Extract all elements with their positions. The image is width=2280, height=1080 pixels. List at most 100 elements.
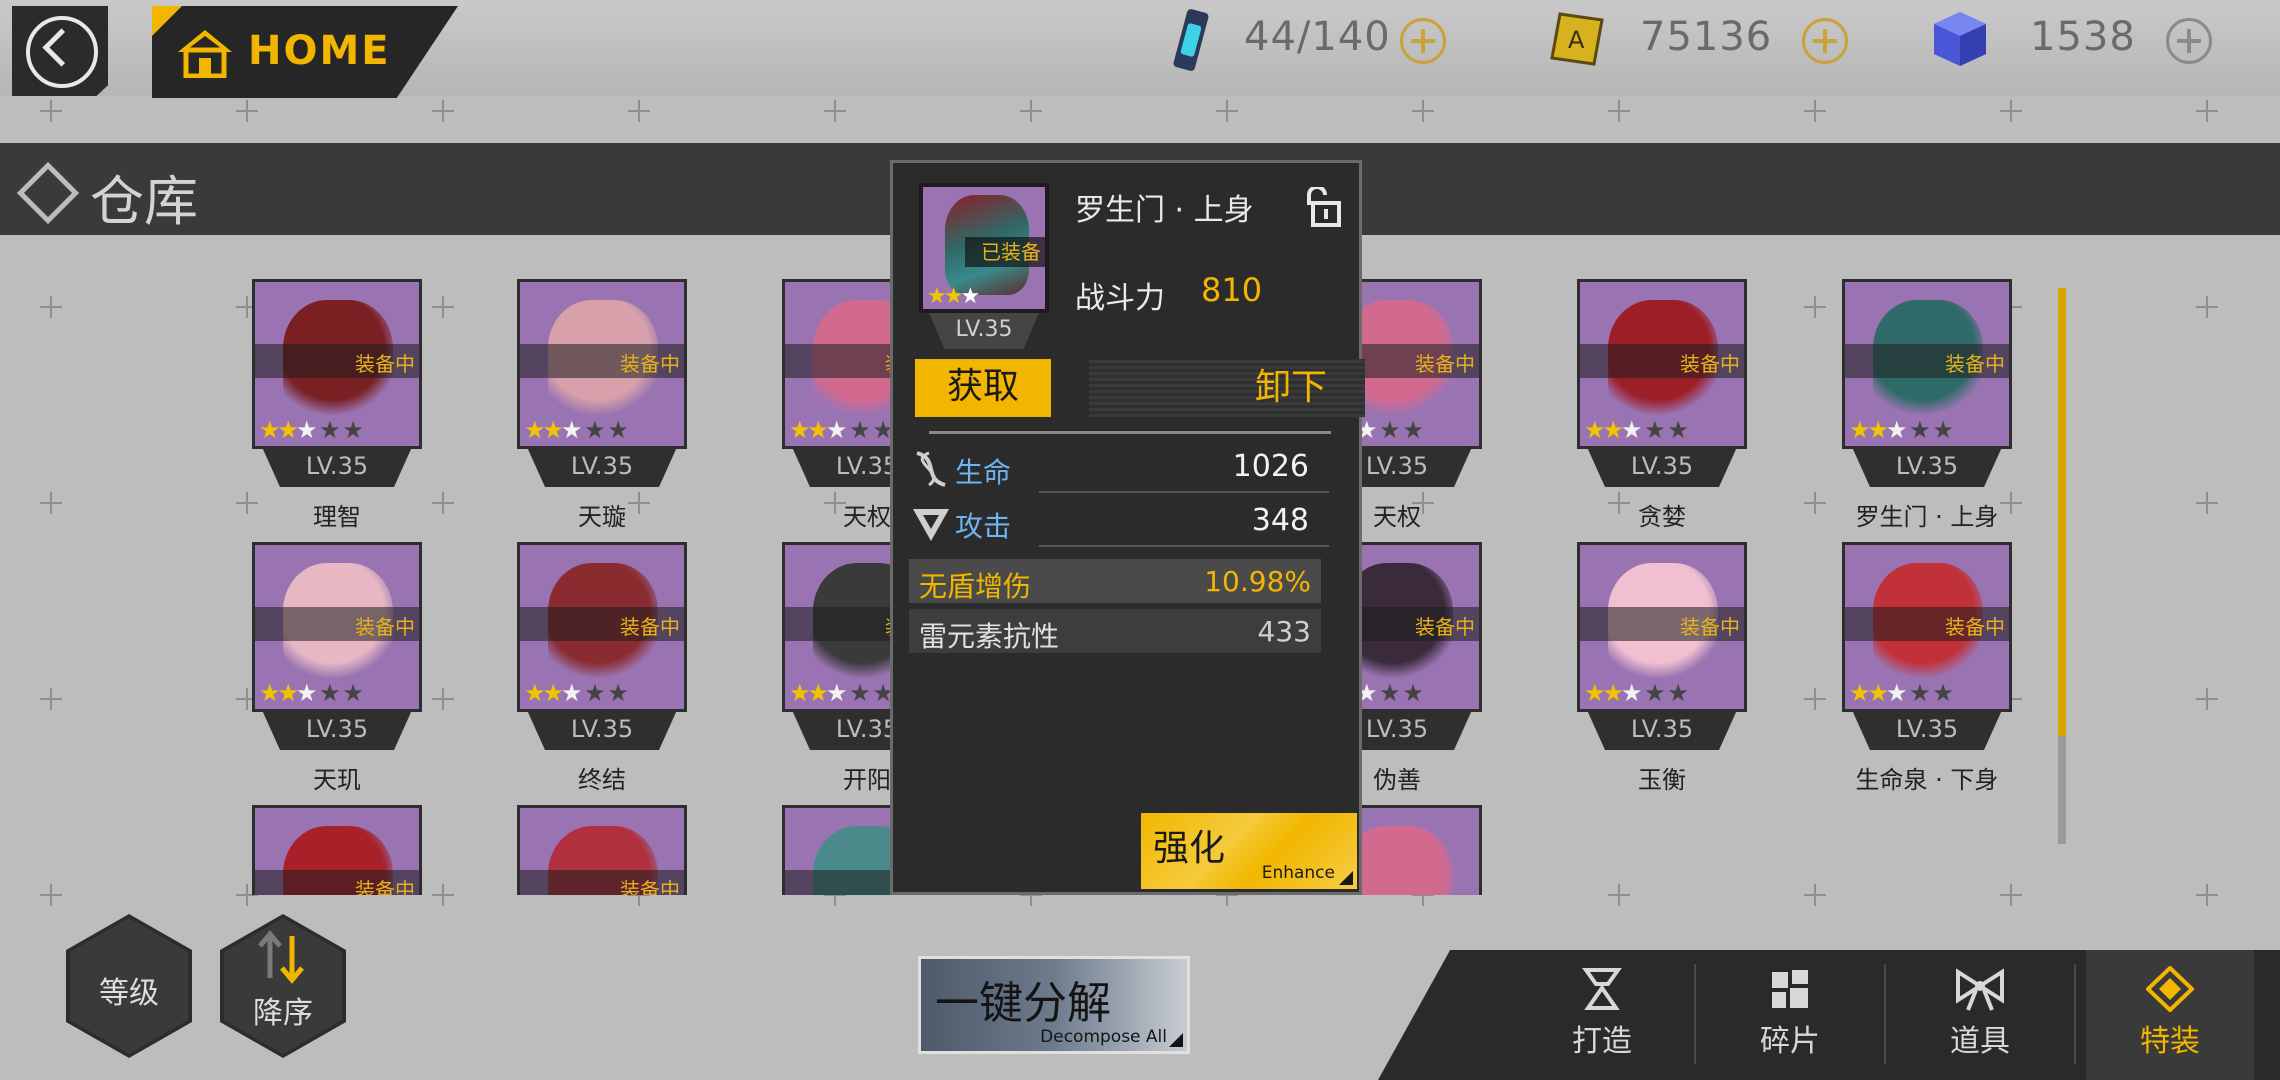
fragment-icon xyxy=(1772,970,1808,1008)
substat-value: 433 xyxy=(1257,615,1311,648)
item-frame: 装备中 ★★★ ★ ★ xyxy=(1577,542,1747,712)
item-stars: ★★★ ★ ★ xyxy=(524,679,629,707)
power-label: 战斗力 xyxy=(1075,281,1165,316)
plus-decoration xyxy=(1412,100,1434,122)
item-frame: 装备中 ★★★ ★ ★ xyxy=(1577,279,1747,449)
scrollbar-thumb[interactable] xyxy=(2058,288,2066,736)
item-stars: ★★★ xyxy=(927,284,980,309)
stat-value: 1026 xyxy=(1232,449,1309,484)
enhance-button[interactable]: 强化 Enhance xyxy=(1141,813,1357,889)
item-frame: 装备中 ★★★ ★ ★ xyxy=(252,279,422,449)
sort-order-label: 降序 xyxy=(253,996,313,1031)
item-name: 天玑 xyxy=(313,766,361,794)
enhance-label: 强化 xyxy=(1153,828,1226,869)
item-name: 罗生门 · 上身 xyxy=(1855,503,1999,531)
equipped-tag: 装备中 xyxy=(1680,352,1740,376)
tab-label: 特装 xyxy=(2140,1024,2200,1059)
tab-items[interactable]: 道具 xyxy=(1886,950,2074,1080)
page-title: 仓库 xyxy=(90,170,198,233)
item-stars: ★★★ ★ ★ xyxy=(259,679,364,707)
equipped-tag: 装备中 xyxy=(355,352,415,376)
plus-decoration xyxy=(1020,100,1042,122)
enhance-sub-label: Enhance xyxy=(1261,863,1335,883)
equipped-tag: 装备中 xyxy=(1680,615,1740,639)
dna-icon xyxy=(916,451,946,487)
tab-label: 碎片 xyxy=(1760,1024,1820,1059)
equipped-tag: 装备中 xyxy=(1415,615,1475,639)
stamina-counter: 44/140 xyxy=(1168,6,1468,76)
equipped-tag: 装备中 xyxy=(620,615,680,639)
forge-icon xyxy=(1582,968,1622,1010)
coin-value: 75136 xyxy=(1640,14,1773,60)
substat-row: 雷元素抗性 433 xyxy=(909,609,1321,653)
decompose-label: 一键分解 xyxy=(935,978,1111,1029)
item-stars: ★★★ ★ ★ xyxy=(1584,679,1689,707)
crystal-value: 1538 xyxy=(2030,14,2136,60)
item-name: 理智 xyxy=(313,503,361,531)
item-detail-icon: 已装备 ★★★ xyxy=(919,183,1049,313)
get-button[interactable]: 获取 xyxy=(915,359,1051,417)
tab-fragments[interactable]: 碎片 xyxy=(1696,950,1884,1080)
unequip-button[interactable]: 卸下 xyxy=(1089,359,1365,417)
equipped-tag: 装备中 xyxy=(620,878,680,895)
item-stars: ★★★ ★ ★ xyxy=(789,679,894,707)
plus-decoration xyxy=(2000,100,2022,122)
item-name: 天璇 xyxy=(578,503,626,531)
item-name: 贪婪 xyxy=(1638,503,1686,531)
item-level: LV.35 xyxy=(1587,710,1737,750)
decompose-all-button[interactable]: 一键分解 Decompose All xyxy=(918,956,1190,1054)
sort-by-label: 等级 xyxy=(99,976,159,1011)
home-label: HOME xyxy=(248,28,391,74)
coin-counter: A 75136 xyxy=(1548,6,1848,76)
item-frame: 装备中 ★★★ ★ ★ xyxy=(1842,542,2012,712)
item-stars: ★★★ ★ ★ xyxy=(789,416,894,444)
grid-scrollbar[interactable] xyxy=(2058,288,2066,844)
stat-attack: 攻击 348 xyxy=(909,499,1349,547)
unlock-icon[interactable] xyxy=(1303,187,1343,227)
item-name: 罗生门 · 上身 xyxy=(1075,193,1254,228)
item-name: 终结 xyxy=(578,766,626,794)
plus-decoration xyxy=(1608,100,1630,122)
back-button[interactable] xyxy=(12,6,108,96)
add-stamina-button[interactable] xyxy=(1400,18,1446,64)
plus-decoration xyxy=(40,100,62,122)
item-frame: 装备中 ★★★ ★ ★ xyxy=(252,542,422,712)
add-coins-button[interactable] xyxy=(1802,18,1848,64)
sort-by-level-button[interactable]: 等级 xyxy=(66,914,192,1058)
plus-decoration xyxy=(1804,100,1826,122)
divider xyxy=(929,431,1331,434)
decompose-sub-label: Decompose All xyxy=(1040,1027,1167,1047)
plus-decoration xyxy=(824,100,846,122)
tab-forge[interactable]: 打造 xyxy=(1508,950,1696,1080)
equipped-tag: 装备中 xyxy=(620,352,680,376)
special-gear-icon xyxy=(2146,966,2194,1012)
item-frame: 装备中 xyxy=(517,805,687,895)
equipped-tag: 装备中 xyxy=(1945,615,2005,639)
equipped-tag: 装备中 xyxy=(355,615,415,639)
coin-icon: A xyxy=(1550,12,1604,66)
sort-order-button[interactable]: 降序 xyxy=(220,914,346,1058)
item-stars: ★★★ ★ ★ xyxy=(259,416,364,444)
item-detail-panel: 已装备 ★★★ LV.35 罗生门 · 上身 战斗力 810 获取 卸下 生命 … xyxy=(890,160,1365,895)
crystal-cube-icon xyxy=(1934,12,1986,66)
tab-label: 道具 xyxy=(1950,1024,2010,1059)
add-crystals-button[interactable] xyxy=(2166,18,2212,64)
item-level: LV.35 xyxy=(1852,710,2002,750)
stamina-value: 44/140 xyxy=(1244,14,1391,60)
plus-decoration xyxy=(2196,100,2218,122)
battery-icon xyxy=(1173,9,1209,71)
stat-label: 攻击 xyxy=(955,510,1012,543)
item-level: LV.35 xyxy=(262,447,412,487)
item-stars: ★★★ ★ ★ xyxy=(524,416,629,444)
tab-special-gear[interactable]: 特装 xyxy=(2086,950,2254,1080)
bow-icon xyxy=(1956,968,2004,1011)
sort-arrows-icon xyxy=(258,930,304,984)
item-level: LV.35 xyxy=(1587,447,1737,487)
item-frame: 装备中 ★★★ ★ ★ xyxy=(517,279,687,449)
stat-label: 生命 xyxy=(955,456,1012,489)
plus-decoration xyxy=(432,100,454,122)
item-level: LV.35 xyxy=(929,313,1039,349)
svg-text:A: A xyxy=(1568,26,1585,54)
warehouse-icon xyxy=(16,161,80,225)
item-level: LV.35 xyxy=(1852,447,2002,487)
